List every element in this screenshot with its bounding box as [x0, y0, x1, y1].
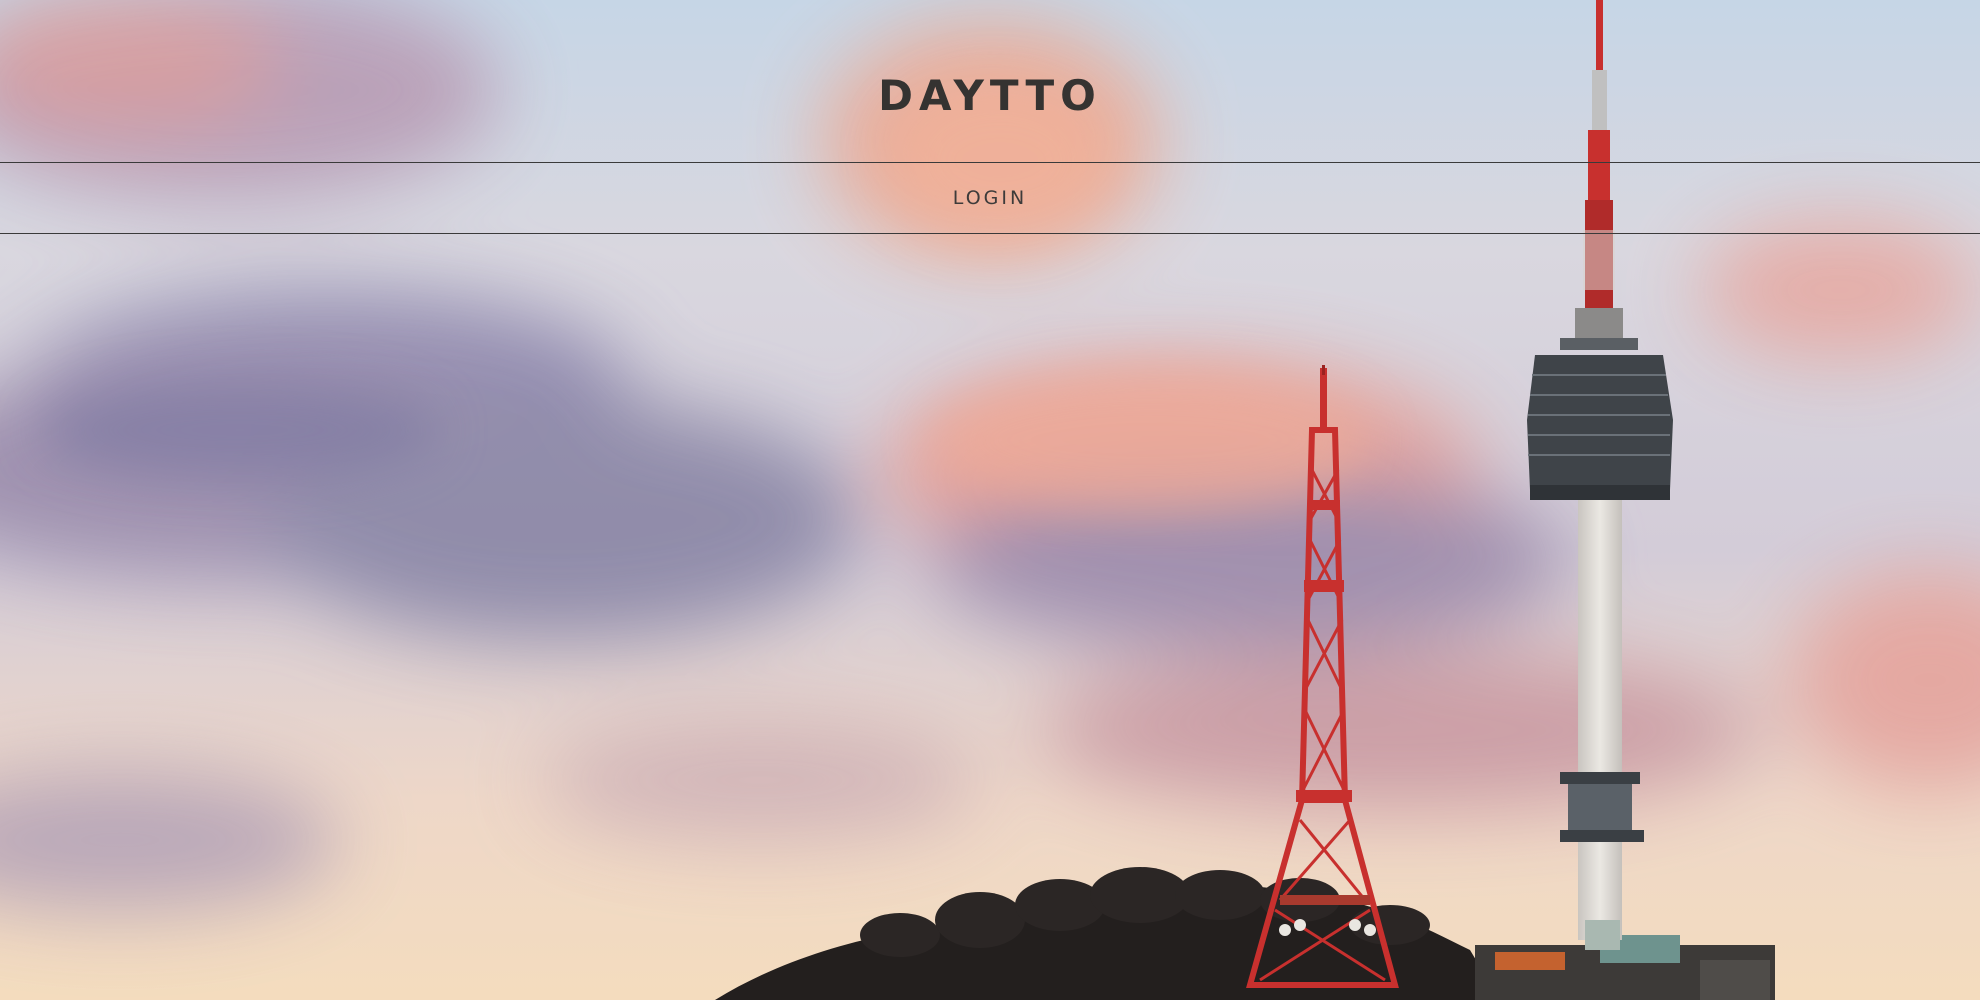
background-photo [0, 0, 1980, 1000]
login-link[interactable]: LOGIN [943, 181, 1037, 215]
nav-bottom-divider [0, 233, 1980, 234]
site-title[interactable]: DAYTTO [0, 66, 1980, 126]
main-nav: LOGIN [0, 163, 1980, 233]
